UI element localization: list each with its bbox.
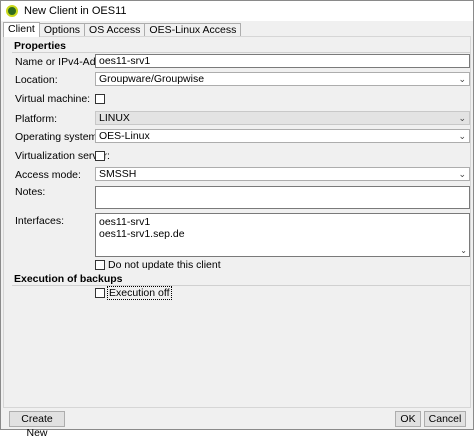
access-mode-select[interactable]: SMSSH ⌄ — [95, 167, 470, 181]
name-input[interactable]: oes11-srv1 — [95, 54, 470, 68]
window-title: New Client in OES11 — [24, 5, 127, 17]
chevron-down-icon: ⌄ — [458, 131, 466, 141]
platform-value: LINUX — [99, 112, 130, 124]
tab-os-access[interactable]: OS Access — [84, 23, 146, 37]
execution-off-label: Execution off — [107, 286, 172, 300]
tab-options[interactable]: Options — [38, 23, 86, 37]
chevron-down-icon: ⌄ — [458, 113, 466, 123]
platform-label: Platform: — [15, 113, 58, 125]
virtualization-server-checkbox[interactable] — [95, 151, 105, 161]
interface-entry: oes11-srv1 — [99, 216, 151, 228]
platform-select[interactable]: LINUX ⌄ — [95, 111, 470, 125]
notes-label: Notes: — [15, 186, 46, 198]
cancel-button[interactable]: Cancel — [424, 411, 466, 427]
create-new-button[interactable]: Create New — [9, 411, 65, 439]
tab-client[interactable]: Client — [3, 22, 40, 37]
location-select[interactable]: Groupware/Groupwise ⌄ — [95, 72, 470, 86]
location-value: Groupware/Groupwise — [99, 73, 205, 85]
virtual-machine-checkbox[interactable] — [95, 94, 105, 104]
execution-backups-header: Execution of backups — [14, 273, 123, 285]
execution-backups-separator — [12, 285, 470, 286]
chevron-down-icon: ⌄ — [458, 169, 466, 179]
interfaces-label: Interfaces: — [15, 215, 65, 227]
operating-system-value: OES-Linux — [99, 130, 150, 142]
operating-system-select[interactable]: OES-Linux ⌄ — [95, 129, 470, 143]
properties-separator — [12, 52, 470, 53]
properties-header: Properties — [14, 40, 66, 52]
interface-entry: oes11-srv1.sep.de — [99, 228, 185, 240]
execution-off-checkbox[interactable] — [95, 288, 105, 298]
chevron-down-icon: ⌄ — [458, 74, 466, 84]
do-not-update-label: Do not update this client — [108, 259, 221, 271]
title-bar: New Client in OES11 — [1, 1, 473, 21]
access-mode-value: SMSSH — [99, 168, 137, 180]
ok-button[interactable]: OK — [395, 411, 421, 427]
notes-textarea[interactable] — [95, 186, 470, 209]
do-not-update-checkbox[interactable] — [95, 260, 105, 270]
tab-oes-linux-access[interactable]: OES-Linux Access — [144, 23, 242, 37]
app-logo-icon — [6, 5, 18, 17]
scroll-down-icon[interactable]: ⌄ — [460, 246, 467, 255]
tab-bar: Client Options OS Access OES-Linux Acces… — [3, 22, 242, 37]
location-label: Location: — [15, 74, 58, 86]
access-mode-label: Access mode: — [15, 169, 81, 181]
operating-system-label: Operating system: — [15, 131, 101, 143]
dialog-window: New Client in OES11 Client Options OS Ac… — [0, 0, 474, 439]
interfaces-textarea[interactable]: oes11-srv1 oes11-srv1.sep.de ⌄ — [95, 213, 470, 257]
client-panel: Properties Name or IPv4-Address: oes11-s… — [3, 36, 471, 408]
virtual-machine-label: Virtual machine: — [15, 93, 91, 105]
